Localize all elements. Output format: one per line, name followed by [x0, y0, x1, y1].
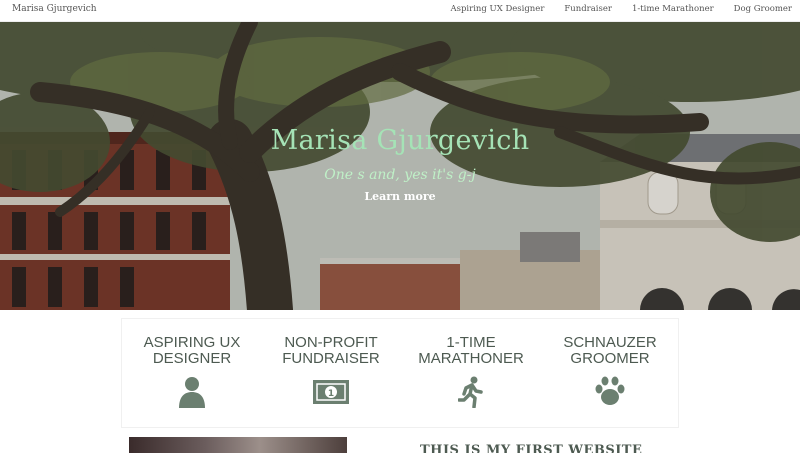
svg-text:1: 1	[328, 389, 334, 399]
hero-banner: Marisa Gjurgevich One s and, yes it's g-…	[0, 22, 800, 310]
runner-icon	[458, 376, 483, 408]
feature-label-line1: NON-PROFIT	[284, 334, 378, 351]
content-image	[129, 437, 347, 453]
nav-link-dog-groomer[interactable]: Dog Groomer	[734, 4, 792, 14]
feature-marathoner: 1-TIME MARATHONER	[401, 335, 541, 408]
user-icon	[179, 377, 205, 408]
paw-icon	[595, 376, 625, 405]
nav-links: Aspiring UX Designer Fundraiser 1-time M…	[430, 4, 792, 14]
feature-ux-designer: ASPIRING UX DESIGNER	[122, 335, 262, 408]
feature-label-line2: MARATHONER	[418, 350, 524, 367]
feature-label-line2: GROOMER	[570, 350, 650, 367]
feature-groomer: SCHNAUZER GROOMER	[540, 335, 680, 406]
nav-link-marathoner[interactable]: 1-time Marathoner	[632, 4, 714, 14]
brand-link[interactable]: Marisa Gjurgevich	[12, 4, 97, 14]
nav-link-ux-designer[interactable]: Aspiring UX Designer	[450, 4, 544, 14]
feature-label-line2: FUNDRAISER	[282, 350, 380, 367]
feature-fundraiser: NON-PROFIT FUNDRAISER 1	[261, 335, 401, 406]
content-heading: THIS IS MY FIRST WEBSITE	[420, 443, 643, 453]
feature-label-line2: DESIGNER	[152, 350, 232, 367]
learn-more-button[interactable]: Learn more	[350, 190, 450, 203]
hero-background-image	[0, 22, 800, 310]
feature-label-line1: ASPIRING UX	[143, 334, 241, 351]
feature-label-line1: SCHNAUZER	[563, 334, 657, 351]
hero-title: Marisa Gjurgevich	[270, 125, 530, 156]
money-icon: 1	[313, 380, 349, 404]
top-navbar: Marisa Gjurgevich Aspiring UX Designer F…	[0, 0, 800, 22]
feature-label-line1: 1-TIME	[446, 334, 496, 351]
hero-subtitle: One s and, yes it's g-j	[324, 167, 476, 183]
nav-link-fundraiser[interactable]: Fundraiser	[564, 4, 612, 14]
features-section: ASPIRING UX DESIGNER NON-PROFIT FUNDRAIS…	[121, 318, 679, 428]
